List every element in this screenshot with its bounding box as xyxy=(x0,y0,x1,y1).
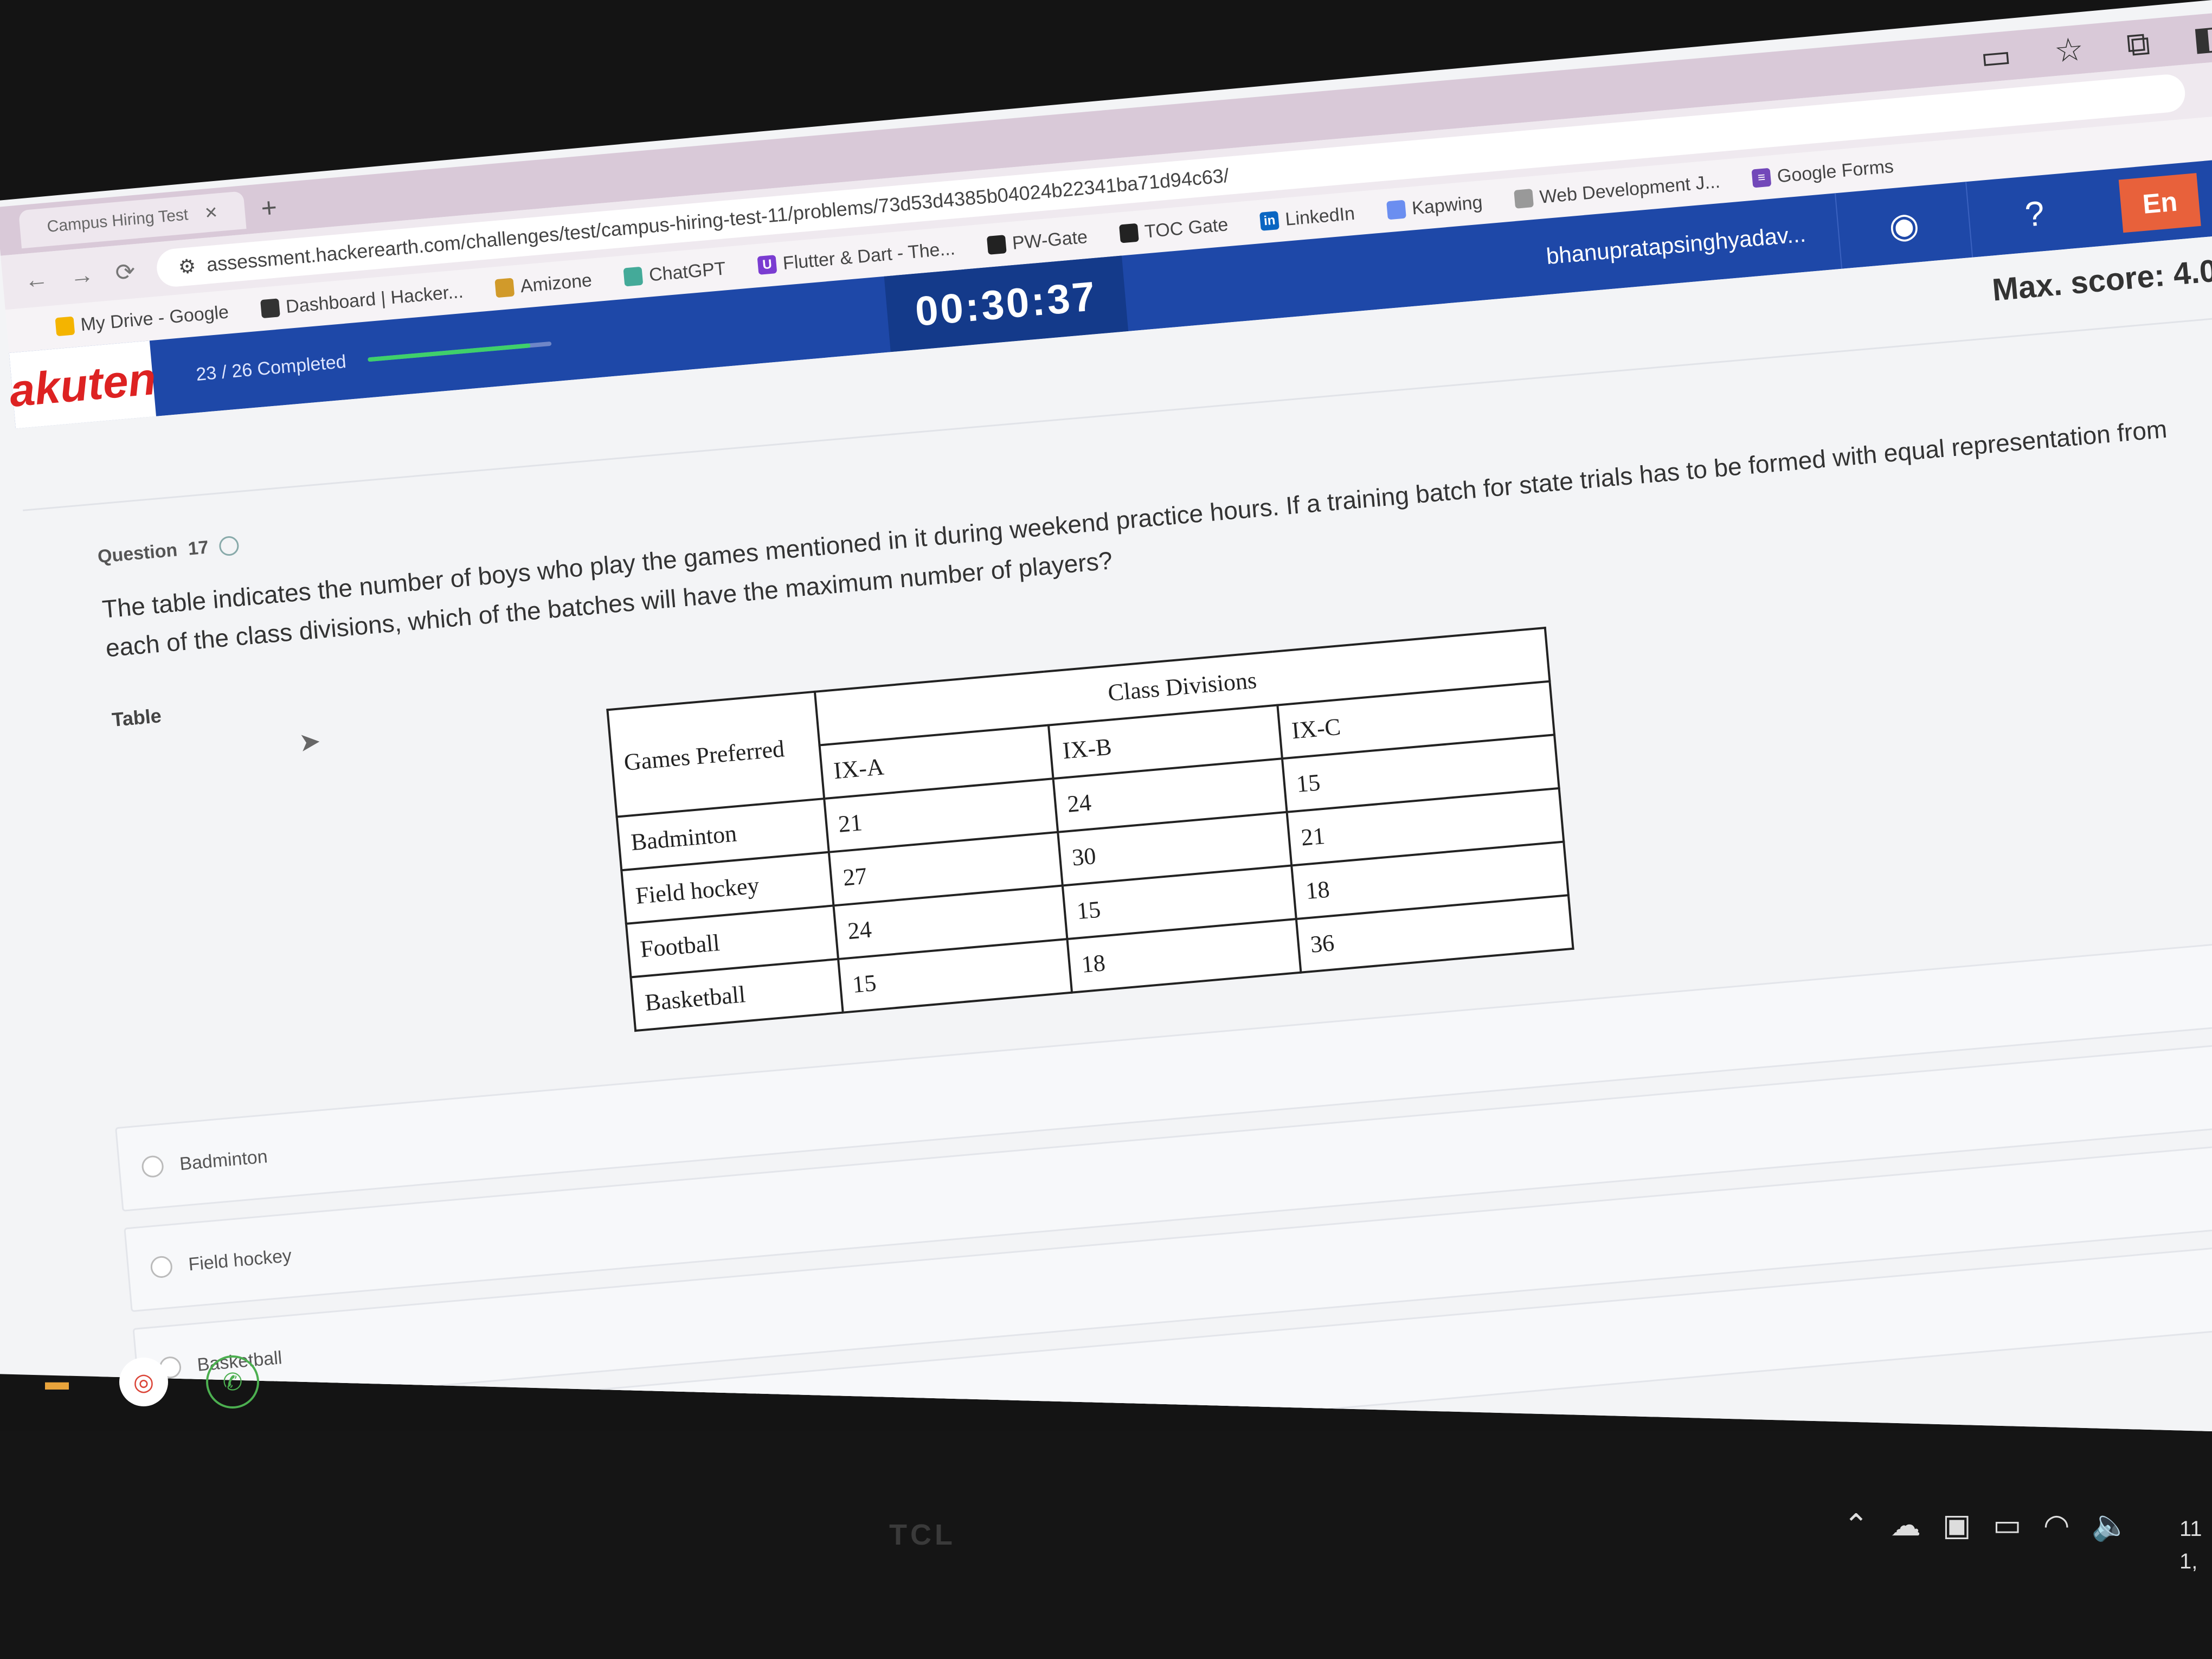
web-icon xyxy=(1514,188,1534,209)
question-label: Question xyxy=(97,539,178,568)
star-icon[interactable]: ☆ xyxy=(2053,30,2085,70)
bookmark-label: LinkedIn xyxy=(1284,203,1356,230)
forms-icon: ≡ xyxy=(1751,168,1772,188)
bookmark-item[interactable]: Kapwing xyxy=(1386,192,1483,221)
browser-window: Campus Hiring Test ✕ + ▭ ☆ ⧉ ◧ ← → ⟳ ⚙ a… xyxy=(0,2,2212,1431)
answer-options: BadmintonField hockeyBasketballFootball xyxy=(115,934,2212,1431)
tab-close-icon[interactable]: ✕ xyxy=(203,203,219,223)
question-text: The table indicates the number of boys w… xyxy=(101,414,2169,663)
sidebar-icon[interactable]: ◧ xyxy=(2191,18,2212,59)
webcam-icon[interactable]: ◉ xyxy=(1835,182,1972,269)
question-header: Question 17 xyxy=(97,535,240,568)
games-table: Games Preferred Class Divisions IX-A IX-… xyxy=(606,626,1574,1032)
clock-time: 11 xyxy=(2179,1517,2202,1541)
radio-button[interactable] xyxy=(150,1255,173,1279)
monitor-screen: Campus Hiring Test ✕ + ▭ ☆ ⧉ ◧ ← → ⟳ ⚙ a… xyxy=(0,0,2212,1431)
tray-app-icon[interactable]: ▣ xyxy=(1943,1507,1971,1543)
monitor-brand: TCL xyxy=(889,1519,956,1551)
whatsapp-icon[interactable]: ✆ xyxy=(206,1355,259,1409)
kapwing-icon xyxy=(1386,200,1406,220)
extensions-icon[interactable]: ⧉ xyxy=(2125,24,2152,64)
bookmark-label: TOC Gate xyxy=(1143,214,1229,242)
corner-header: Games Preferred xyxy=(607,691,825,817)
bookmark-item[interactable]: Amizone xyxy=(494,269,593,299)
mouse-cursor-icon: ➤ xyxy=(298,726,322,758)
radio-button[interactable] xyxy=(140,1154,165,1179)
username[interactable]: bhanupratapsinghyadav... xyxy=(1513,218,1839,272)
site-info-icon[interactable]: ⚙ xyxy=(177,254,208,279)
file-explorer-icon[interactable]: ▬ xyxy=(33,1358,81,1406)
tab-title: Campus Hiring Test xyxy=(46,205,189,236)
linkedin-icon: in xyxy=(1259,211,1280,231)
amizone-icon xyxy=(494,278,515,298)
bookmark-item[interactable]: Dashboard | Hacker... xyxy=(260,281,464,319)
option-label: Field hockey xyxy=(187,1245,293,1275)
reload-icon[interactable]: ⟳ xyxy=(114,258,137,287)
chatgpt-icon xyxy=(623,266,644,287)
bookmark-label: My Drive - Google xyxy=(80,301,230,335)
camera-icon[interactable]: ▭ xyxy=(1979,36,2013,77)
system-tray: ⌃ ☁ ▣ ▭ ◠ 🔈 xyxy=(1843,1507,2129,1543)
clock-date: 1, xyxy=(2179,1549,2198,1573)
bookmark-item[interactable]: ≡ Google Forms xyxy=(1751,156,1895,189)
bookmark-item[interactable]: U Flutter & Dart - The... xyxy=(757,238,956,276)
volume-icon[interactable]: 🔈 xyxy=(2092,1507,2130,1543)
bookmark-item[interactable]: ChatGPT xyxy=(623,258,726,288)
bookmark-item[interactable]: in LinkedIn xyxy=(1259,203,1355,232)
bookmark-item[interactable]: Web Development J... xyxy=(1514,171,1721,210)
bookmark-label: ChatGPT xyxy=(648,258,727,286)
drive-icon xyxy=(55,316,75,337)
bookmark-label: PW-Gate xyxy=(1011,226,1089,254)
bookmark-label: Web Development J... xyxy=(1539,171,1721,208)
chrome-icon[interactable]: ◎ xyxy=(119,1358,168,1406)
progress-text: 23 / 26 Completed xyxy=(195,351,348,385)
bookmark-label: Google Forms xyxy=(1776,156,1895,187)
system-clock[interactable]: 11 1, xyxy=(2179,1513,2202,1578)
question-number: 17 xyxy=(187,537,210,560)
back-icon[interactable]: ← xyxy=(23,265,49,294)
bookmark-label: Dashboard | Hacker... xyxy=(285,281,464,317)
pw-icon xyxy=(986,235,1007,255)
progress-bar-fill xyxy=(367,343,531,362)
bookmark-label: Kapwing xyxy=(1411,191,1483,218)
table-label: Table xyxy=(111,704,163,731)
wifi-icon[interactable]: ◠ xyxy=(2043,1507,2070,1543)
progress-bar xyxy=(367,341,552,362)
company-logo: akuten xyxy=(7,340,158,429)
forward-icon[interactable]: → xyxy=(69,261,95,291)
new-tab-icon[interactable]: + xyxy=(260,191,278,224)
option-label: Badminton xyxy=(178,1146,268,1174)
cloud-icon[interactable]: ☁ xyxy=(1891,1507,1921,1543)
help-icon[interactable]: ? xyxy=(1965,170,2103,258)
pw-icon xyxy=(1119,223,1139,243)
question-panel: Max. score: 4.0 Question 17 The table in… xyxy=(16,225,2212,1431)
udemy-icon: U xyxy=(757,255,777,275)
bookmark-label: Amizone xyxy=(519,269,593,297)
hackerearth-icon xyxy=(260,298,280,319)
info-icon[interactable] xyxy=(218,535,240,557)
monitor-bezel xyxy=(0,1431,2212,1659)
bookmark-label: Flutter & Dart - The... xyxy=(782,237,956,274)
bookmark-item[interactable]: PW-Gate xyxy=(986,226,1089,256)
bookmark-item[interactable]: TOC Gate xyxy=(1119,214,1229,245)
bookmark-item[interactable]: My Drive - Google xyxy=(55,301,229,338)
chevron-up-icon[interactable]: ⌃ xyxy=(1843,1507,1869,1543)
end-test-button[interactable]: En xyxy=(2119,173,2201,233)
max-score: Max. score: 4.0 xyxy=(1990,253,2212,308)
taskbar-pinned: ▬ ◎ ✆ xyxy=(33,1355,259,1409)
battery-icon[interactable]: ▭ xyxy=(1993,1507,2022,1543)
